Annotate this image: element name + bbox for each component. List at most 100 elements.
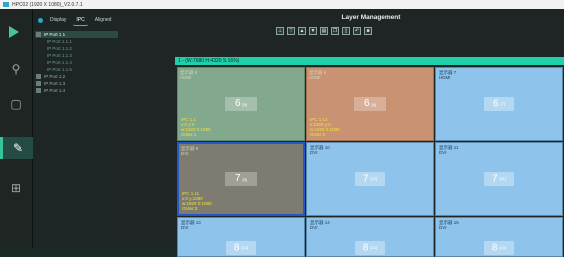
screen-grid: 显示器 5HDMI6[5]显示器 6HDMI6[6]显示器 7HDMI6[7]显…: [175, 65, 564, 257]
layer-source: HDMI: [180, 75, 192, 80]
tree-item-label: IP Port 1.1.2: [47, 46, 72, 51]
screen-number: 8 [13]: [226, 241, 256, 255]
screen-cell[interactable]: 显示器 15 DVI 8 [15]: [435, 217, 563, 257]
cell-source: HDMI: [439, 75, 451, 80]
layer-number-value: 6: [363, 98, 370, 109]
layer-info: IPC 1.1 x:0 y:0 w:1920 h:1080 Order:1: [181, 117, 211, 137]
port-icon: [36, 32, 41, 37]
tree-item-label: IP Port 1 1: [44, 32, 66, 37]
screen-number-value: 8: [362, 242, 369, 254]
tree-item-label: IP Port 1.2: [44, 74, 66, 79]
source-panel: Display IPC Aligned IP Port 1 1 IP Port 1…: [33, 9, 118, 248]
screen-number-value: 8: [233, 242, 240, 254]
layer-number-value: 7: [234, 173, 241, 184]
layer-info: IPC 1.11 x:0 y:1080 w:1920 h:1080 Order:3: [182, 191, 212, 211]
tree-item-label: IP Port 1.1.5: [47, 67, 72, 72]
save-icon[interactable]: ■: [364, 27, 372, 35]
tree-item[interactable]: IP Port 1 1: [35, 31, 118, 38]
screen-number-value: 7: [362, 173, 369, 185]
tree-item[interactable]: IP Port 1.1.3: [35, 52, 118, 59]
screen-number-sub: [10]: [370, 176, 378, 181]
screen-number-value: 7: [492, 173, 498, 185]
window-title: HPC02 (1920 X 1080)_V2.0.7.1: [12, 1, 83, 8]
screen-number: 8 [15]: [484, 241, 514, 255]
layer-number-sub: [6]: [371, 102, 376, 107]
layer-window[interactable]: 显示器 5 HDMI 6 [5] IPC 1.1 x:0 y:0 w:1920 h:1080…: [177, 67, 305, 141]
align-icon[interactable]: ⊥: [276, 27, 284, 35]
layer-info: IPC 1.12 x:1920 y:0 w:1920 h:1080 Order:2: [310, 117, 340, 137]
title-bar: HPC02 (1920 X 1080)_V2.0.7.1: [0, 0, 564, 9]
cell-source: DVI: [310, 150, 318, 155]
cell-label: 显示器 14 DVI: [310, 220, 330, 230]
file-icon[interactable]: ▯: [342, 27, 350, 35]
port-icon: [36, 88, 41, 93]
cell-label: 显示器 13 DVI: [181, 220, 201, 230]
layer-window[interactable]: 显示器 6 HDMI 6 [6] IPC 1.12 x:1920 y:0 w:1920 h:…: [306, 67, 434, 141]
layer-screen-number: 6 [5]: [225, 97, 257, 111]
tree-item-label: IP Port 1.3: [44, 81, 66, 86]
tree-item[interactable]: IP Port 1.1.5: [35, 66, 118, 73]
cell-source: DVI: [439, 225, 447, 230]
source-tree: IP Port 1 1 IP Port 1.1.1 IP Port 1.1.2 IP …: [33, 31, 118, 94]
up-icon[interactable]: ▲: [298, 27, 306, 35]
tree-item-label: IP Port 1.1.4: [47, 60, 72, 65]
layer-order: Order:2: [310, 132, 326, 137]
tree-item[interactable]: IP Port 1.1.4: [35, 59, 118, 66]
copy-icon[interactable]: ❐: [331, 27, 339, 35]
port-icon: [36, 74, 41, 79]
cell-label: 显示器 11 DVI: [439, 145, 458, 155]
layer-tag: 显示器 5 HDMI: [180, 70, 302, 80]
tree-item-label: IP Port 1.1.3: [47, 53, 72, 58]
tree-item[interactable]: IP Port 1.1.1: [35, 38, 118, 45]
tab-ipc[interactable]: IPC: [73, 15, 88, 26]
top-icon[interactable]: ⊤: [287, 27, 295, 35]
cell-source: DVI: [439, 150, 447, 155]
cell-label: 显示器 7 HDMI: [439, 70, 456, 80]
panel-tabs: Display IPC Aligned: [33, 9, 118, 31]
screen-number-sub: [7]: [500, 101, 505, 106]
screen-number: 7 [11]: [484, 172, 514, 186]
tree-item[interactable]: IP Port 1.3: [35, 80, 118, 87]
tree-item[interactable]: IP Port 1.1.2: [35, 45, 118, 52]
tab-display[interactable]: Display: [47, 15, 69, 25]
page-title: Layer Management: [341, 14, 401, 21]
layers-icon[interactable]: ▤: [320, 27, 328, 35]
display-dot-icon: [38, 17, 43, 23]
layer-toolbar: ⊥ ⊤ ▲ ▼ ▤ ❐ ▯ ↶ ■: [276, 27, 372, 36]
cell-label: 显示器 15 DVI: [439, 220, 459, 230]
layer-number-value: 6: [234, 98, 241, 109]
tab-aligned[interactable]: Aligned: [92, 15, 115, 25]
screen-cell[interactable]: 显示器 14 DVI 8 [14]: [306, 217, 434, 257]
edit-icon[interactable]: ✎: [0, 137, 33, 159]
layer-order: Order:1: [181, 132, 197, 137]
screen-cell[interactable]: 显示器 10 DVI 7 [10]: [306, 142, 434, 216]
screen-cell[interactable]: 显示器 7 HDMI 6 [7]: [435, 67, 563, 141]
screen-cell[interactable]: 显示器 11 DVI 7 [11]: [435, 142, 563, 216]
grid-icon[interactable]: ⊞: [9, 181, 23, 195]
layer-number-sub: [5]: [242, 102, 247, 107]
tree-item-label: IP Port 1.4: [44, 88, 66, 93]
monitor-icon[interactable]: ▢: [9, 97, 23, 111]
left-rail: ⚲ ▢ ✎ ⊞: [0, 9, 33, 248]
layer-window[interactable]: 显示器 9 DVI 7 [9] IPC 1.11 x:0 y:1080 w:1920 h:1…: [177, 142, 305, 216]
canvas-header: 1 - (W:7680 H:4320 S:16%): [175, 57, 564, 65]
cell-label: 显示器 10 DVI: [310, 145, 330, 155]
layer-number-sub: [9]: [242, 177, 247, 182]
undo-icon[interactable]: ↶: [353, 27, 361, 35]
screen-cell[interactable]: 显示器 13 DVI 8 [13]: [177, 217, 305, 257]
layer-screen-number: 6 [6]: [354, 97, 386, 111]
port-icon: [36, 81, 41, 86]
screen-number-value: 8: [491, 242, 498, 254]
layer-tag: 显示器 6 HDMI: [309, 70, 431, 80]
tree-item[interactable]: IP Port 1.4: [35, 87, 118, 94]
tree-item-label: IP Port 1.1.1: [47, 39, 72, 44]
search-icon[interactable]: ⚲: [9, 62, 23, 76]
layer-order: Order:3: [182, 206, 198, 211]
tree-item[interactable]: IP Port 1.2: [35, 73, 118, 80]
screen-number: 8 [14]: [355, 241, 385, 255]
layer-source: HDMI: [309, 75, 321, 80]
screen-number: 7 [10]: [355, 172, 385, 186]
down-icon[interactable]: ▼: [309, 27, 317, 35]
layer-workspace: Layer Management ⊥ ⊤ ▲ ▼ ▤ ❐ ▯ ↶ ■ 1 - (W:7680 H…: [118, 9, 564, 257]
app-window: HPC02 (1920 X 1080)_V2.0.7.1 ⚲ ▢ ✎ ⊞ Dis…: [0, 0, 564, 257]
